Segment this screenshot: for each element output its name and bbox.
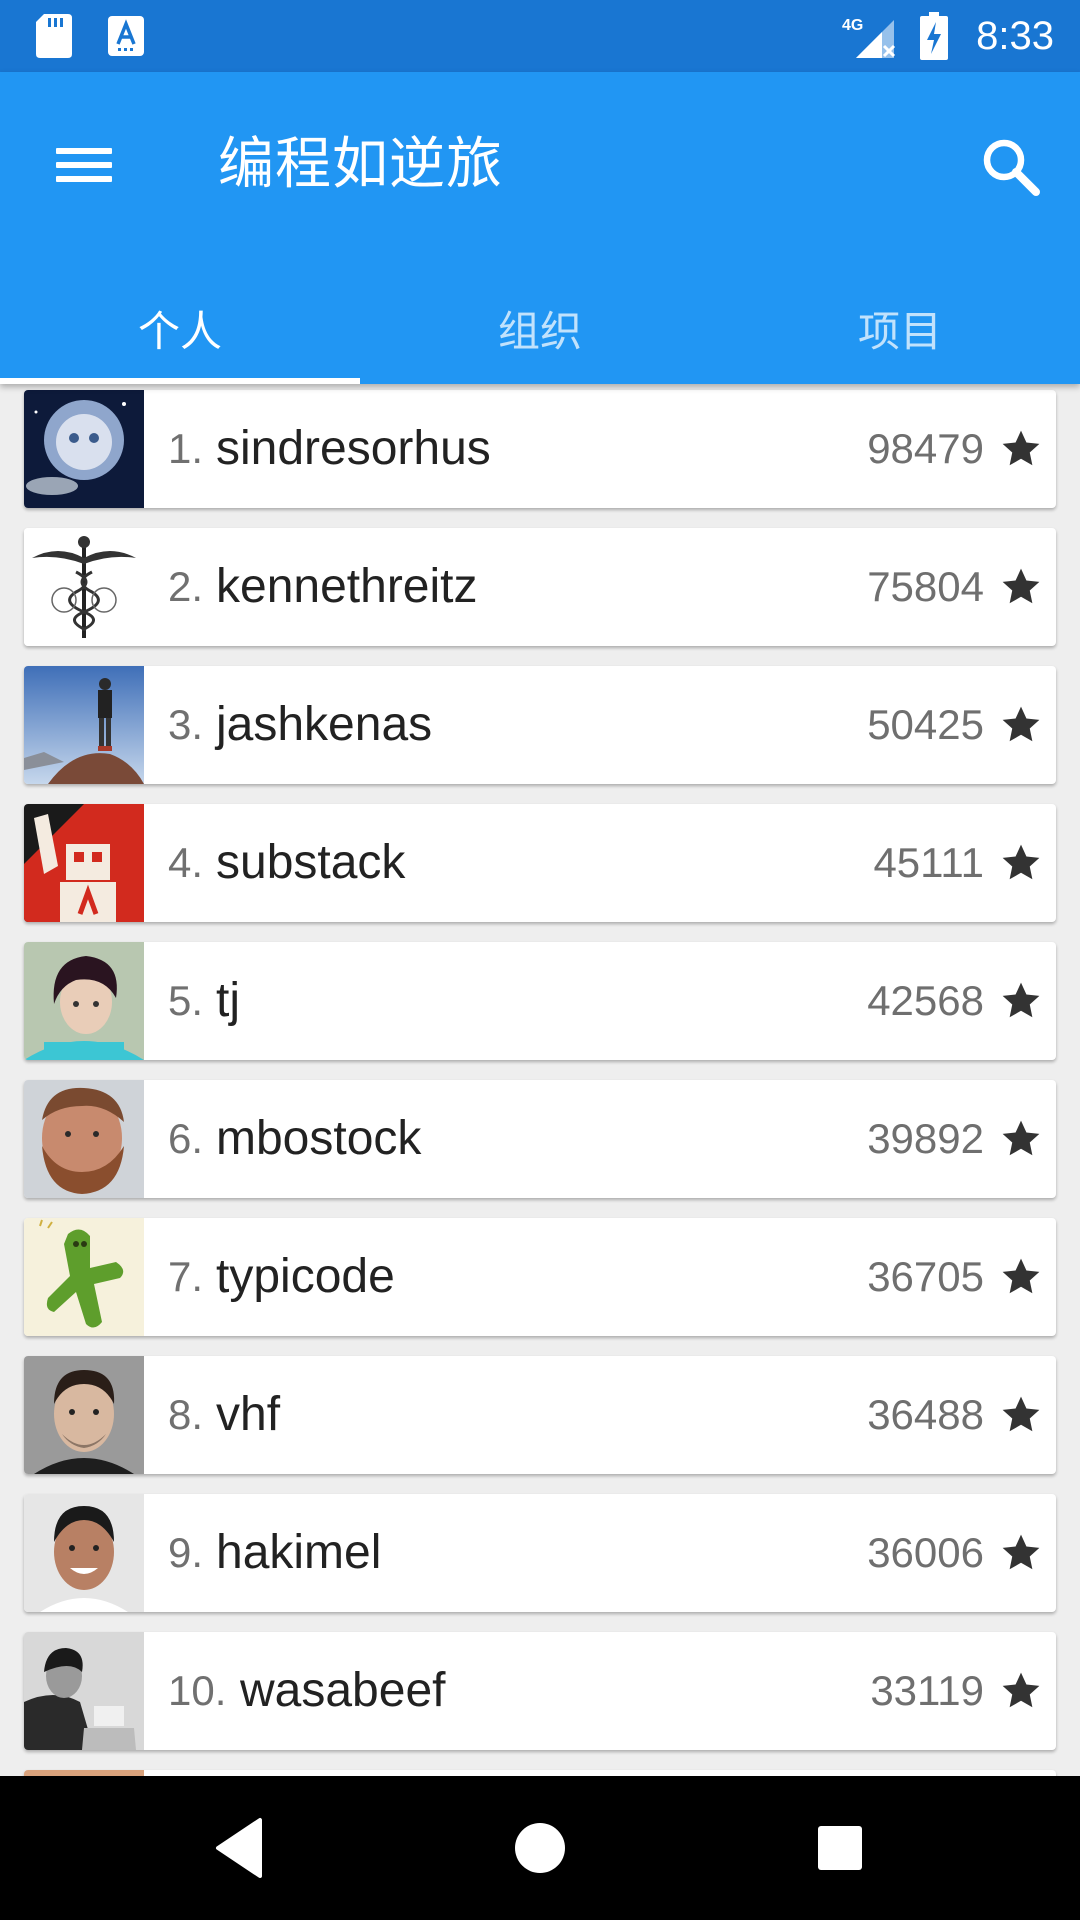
tab-bar: 个人 组织 项目 <box>0 280 1080 384</box>
star-count: 36705 <box>867 1253 984 1300</box>
username: tj <box>216 974 240 1027</box>
battery-charging-icon <box>920 12 948 60</box>
username: vhf <box>216 1388 281 1441</box>
star-count: 39892 <box>867 1115 984 1162</box>
list-item[interactable]: 2. kennethreitz 75804 <box>24 528 1056 646</box>
back-triangle-icon[interactable] <box>204 1812 276 1884</box>
star-count: 33119 <box>870 1667 984 1714</box>
rank-number: 3. <box>168 701 204 748</box>
list-item[interactable]: 10. wasabeef 33119 <box>24 1632 1056 1750</box>
svg-text:4G: 4G <box>842 17 863 34</box>
star-icon <box>1002 568 1040 604</box>
star-icon <box>1002 844 1040 880</box>
home-circle-icon[interactable] <box>504 1812 576 1884</box>
list-item[interactable]: 1. sindresorhus 98479 <box>24 390 1056 508</box>
username: hakimel <box>216 1526 382 1579</box>
list-item[interactable]: 9. hakimel 36006 <box>24 1494 1056 1612</box>
star-icon <box>1002 1396 1040 1432</box>
rank-number: 8. <box>168 1391 204 1438</box>
star-icon <box>1002 1120 1040 1156</box>
rank-number: 7. <box>168 1253 204 1300</box>
star-count: 45111 <box>873 839 984 886</box>
list-item[interactable]: 7. typicode 36705 <box>24 1218 1056 1336</box>
status-bar: 4G 8:33 <box>0 0 1080 72</box>
username: jashkenas <box>216 698 433 751</box>
rank-number: 10. <box>168 1667 227 1714</box>
menu-button[interactable] <box>40 120 130 210</box>
list-item[interactable]: 3. jashkenas 50425 <box>24 666 1056 784</box>
search-button[interactable] <box>960 116 1060 216</box>
rank-number: 5. <box>168 977 204 1024</box>
tab-personal[interactable]: 个人 <box>0 280 360 384</box>
rank-number: 6. <box>168 1115 204 1162</box>
avatar <box>24 390 144 508</box>
avatar <box>24 1218 144 1336</box>
avatar <box>24 666 144 784</box>
navigation-bar <box>0 1776 1080 1920</box>
username: sindresorhus <box>216 422 491 475</box>
star-icon <box>1002 1672 1040 1708</box>
star-count: 36488 <box>867 1391 984 1438</box>
star-icon <box>1002 706 1040 742</box>
avatar <box>24 528 144 646</box>
rank-number: 4. <box>168 839 204 886</box>
star-icon <box>1002 982 1040 1018</box>
app-bar: 编程如逆旅 个人 组织 项目 <box>0 72 1080 384</box>
star-count: 75804 <box>867 563 984 610</box>
hamburger-menu-icon <box>56 148 112 154</box>
list-item[interactable]: 8. vhf 36488 <box>24 1356 1056 1474</box>
search-icon <box>983 139 1040 196</box>
a-notification-icon <box>108 16 144 56</box>
star-count: 42568 <box>867 977 984 1024</box>
user-ranking-list[interactable]: 1. sindresorhus 98479 2. kennethreitz 75… <box>0 384 1080 1776</box>
star-icon <box>1002 1534 1040 1570</box>
tab-organization[interactable]: 组织 <box>360 280 720 384</box>
signal-4g-icon: 4G <box>842 17 896 58</box>
list-item[interactable]: 6. mbostock 39892 <box>24 1080 1056 1198</box>
sd-card-icon <box>36 14 72 58</box>
tab-indicator <box>0 378 360 384</box>
avatar <box>24 1632 144 1750</box>
list-item[interactable]: 4. substack 45111 <box>24 804 1056 922</box>
page-title: 编程如逆旅 <box>218 132 503 195</box>
avatar <box>24 942 144 1060</box>
rank-number: 1. <box>168 425 204 472</box>
star-icon <box>1002 430 1040 466</box>
username: mbostock <box>216 1112 422 1165</box>
rank-number: 9. <box>168 1529 204 1576</box>
avatar <box>24 804 144 922</box>
avatar <box>24 1080 144 1198</box>
username: wasabeef <box>240 1664 446 1717</box>
status-time: 8:33 <box>976 14 1054 58</box>
tab-projects[interactable]: 项目 <box>720 280 1080 384</box>
star-count: 98479 <box>867 425 984 472</box>
star-icon <box>1002 1258 1040 1294</box>
list-item[interactable]: 5. tj 42568 <box>24 942 1056 1060</box>
star-count: 50425 <box>867 701 984 748</box>
username: typicode <box>216 1250 395 1303</box>
username: substack <box>216 836 406 889</box>
username: kennethreitz <box>216 560 478 613</box>
recents-square-icon[interactable] <box>804 1812 876 1884</box>
avatar <box>24 1494 144 1612</box>
rank-number: 2. <box>168 563 204 610</box>
avatar <box>24 1356 144 1474</box>
star-count: 36006 <box>867 1529 984 1576</box>
